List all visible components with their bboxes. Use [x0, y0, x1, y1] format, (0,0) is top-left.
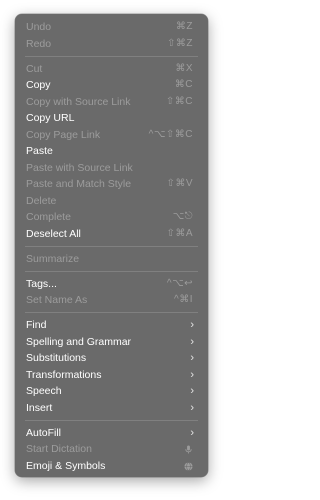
menu-item-copy[interactable]: Copy ⌘C: [15, 77, 208, 94]
menu-item-transformations[interactable]: Transformations ›: [15, 367, 208, 384]
menu-item-complete: Complete ⌥⎋: [15, 209, 208, 226]
microphone-icon: [185, 445, 192, 454]
shortcut-label: ⌥⎋: [172, 211, 193, 222]
menu-item-label: Transformations: [26, 368, 102, 381]
menu-item-autofill[interactable]: AutoFill ›: [15, 425, 208, 442]
menu-item-set-name-as: Set Name As ^⌘I: [15, 292, 208, 309]
chevron-right-icon: ›: [190, 385, 194, 397]
edit-context-menu: Undo ⌘Z Redo ⇧⌘Z Cut ⌘X Copy ⌘C Copy wit…: [15, 14, 208, 477]
menu-item-copy-url[interactable]: Copy URL: [15, 110, 208, 127]
menu-item-undo: Undo ⌘Z: [15, 19, 208, 36]
menu-item-insert[interactable]: Insert ›: [15, 400, 208, 417]
shortcut-label: ^⌥⇧⌘C: [148, 128, 193, 140]
menu-item-deselect-all[interactable]: Deselect All ⇧⌘A: [15, 226, 208, 243]
shortcut-label: ⇧⌘A: [166, 227, 193, 239]
menu-item-delete: Delete: [15, 193, 208, 210]
chevron-right-icon: ›: [190, 368, 194, 381]
menu-separator: [25, 245, 198, 247]
menu-item-spelling-and-grammar[interactable]: Spelling and Grammar ›: [15, 334, 208, 351]
menu-item-label: Copy with Source Link: [26, 95, 131, 108]
menu-separator: [25, 55, 198, 57]
menu-item-summarize: Summarize: [15, 251, 208, 268]
chevron-right-icon: ›: [190, 335, 194, 348]
menu-item-copy-with-source-link: Copy with Source Link ⇧⌘C: [15, 94, 208, 111]
menu-item-substitutions[interactable]: Substitutions ›: [15, 350, 208, 367]
menu-item-label: Summarize: [26, 252, 80, 265]
menu-item-label: Start Dictation: [26, 443, 92, 455]
menu-item-label: Complete: [26, 211, 71, 223]
menu-separator: [25, 312, 198, 313]
menu-item-label: Undo: [26, 21, 52, 33]
menu-item-label: Paste: [26, 145, 53, 157]
shortcut-label: ⌘X: [175, 62, 193, 74]
menu-item-find[interactable]: Find ›: [15, 317, 208, 334]
menu-item-label: Find: [26, 319, 47, 331]
menu-item-paste[interactable]: Paste: [15, 143, 208, 160]
shortcut-label: ⇧⌘C: [165, 95, 193, 107]
menu-item-label: Copy: [26, 79, 51, 91]
menu-item-label: Copy Page Link: [26, 128, 101, 141]
menu-item-label: Redo: [26, 37, 52, 50]
menu-item-label: Copy URL: [26, 112, 75, 124]
menu-item-label: Paste with Source Link: [26, 161, 133, 174]
menu-item-copy-page-link: Copy Page Link ^⌥⇧⌘C: [15, 127, 208, 144]
menu-item-label: AutoFill: [26, 426, 62, 439]
chevron-right-icon: ›: [190, 319, 194, 331]
shortcut-label: ⇧⌘V: [166, 178, 193, 189]
menu-item-paste-with-source-link: Paste with Source Link: [15, 160, 208, 177]
menu-item-label: Paste and Match Style: [26, 178, 132, 190]
menu-item-label: Tags...: [26, 277, 57, 290]
menu-item-label: Insert: [26, 401, 53, 414]
menu-item-label: Set Name As: [26, 294, 88, 306]
menu-item-label: Cut: [26, 62, 43, 75]
menu-item-label: Emoji & Symbols: [26, 459, 106, 472]
menu-item-emoji-and-symbols[interactable]: Emoji & Symbols: [15, 458, 208, 475]
menu-item-redo: Redo ⇧⌘Z: [15, 36, 208, 53]
chevron-right-icon: ›: [190, 401, 194, 414]
menu-item-label: Spelling and Grammar: [26, 335, 132, 348]
shortcut-label: ⌘Z: [175, 21, 193, 32]
shortcut-label: ^⌥↩: [166, 277, 193, 289]
menu-item-label: Substitutions: [26, 352, 87, 364]
chevron-right-icon: ›: [190, 352, 194, 364]
globe-icon: [184, 461, 193, 471]
menu-item-label: Delete: [26, 194, 57, 207]
shortcut-label: ^⌘I: [174, 294, 193, 305]
chevron-right-icon: ›: [190, 426, 194, 439]
menu-item-tags[interactable]: Tags... ^⌥↩: [15, 276, 208, 293]
menu-item-label: Deselect All: [26, 227, 81, 240]
menu-item-speech[interactable]: Speech ›: [15, 383, 208, 400]
menu-item-label: Speech: [26, 385, 62, 397]
menu-item-paste-and-match-style: Paste and Match Style ⇧⌘V: [15, 176, 208, 193]
menu-item-start-dictation: Start Dictation: [15, 441, 208, 458]
menu-separator: [25, 270, 198, 272]
shortcut-label: ⇧⌘Z: [167, 37, 193, 49]
menu-item-cut: Cut ⌘X: [15, 61, 208, 78]
menu-separator: [25, 419, 198, 421]
shortcut-label: ⌘C: [174, 79, 193, 90]
